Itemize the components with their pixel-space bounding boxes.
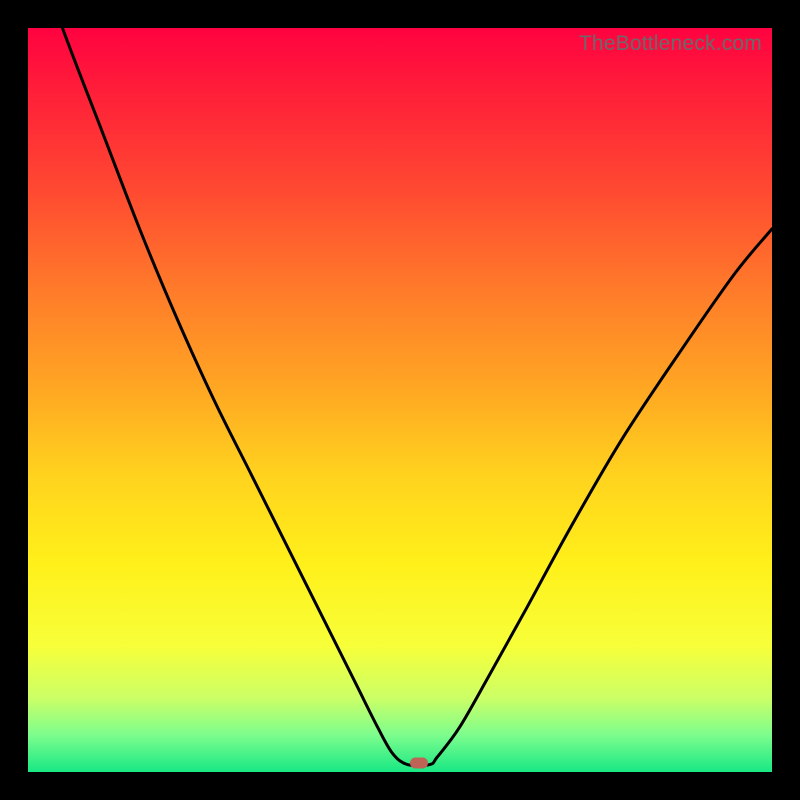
plot-area: TheBottleneck.com bbox=[28, 28, 772, 772]
minimum-marker bbox=[410, 758, 428, 769]
watermark-text: TheBottleneck.com bbox=[579, 32, 762, 56]
chart-frame: TheBottleneck.com bbox=[0, 0, 800, 800]
bottleneck-curve bbox=[28, 28, 772, 772]
